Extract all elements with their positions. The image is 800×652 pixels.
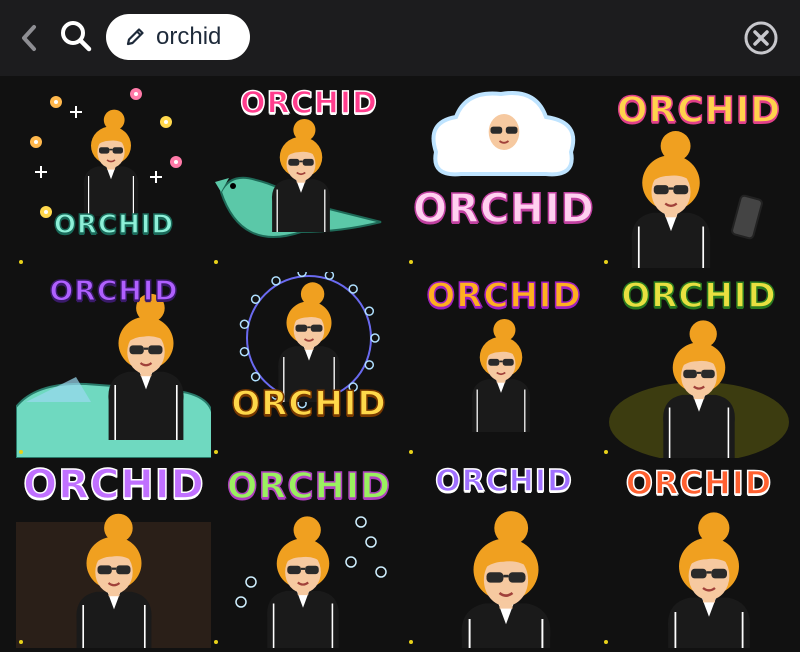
bitmoji-avatar: [461, 511, 551, 648]
sticker-caption: ORCHID: [22, 462, 205, 509]
bitmoji-avatar: [267, 516, 339, 648]
search-header: orchid: [0, 0, 800, 76]
sticker-caption: ORCHID: [616, 89, 782, 132]
sticker-caption: ORCHID: [49, 273, 179, 308]
sticker-caption: ORCHID: [412, 185, 595, 233]
sticker-indicator-dot: [19, 640, 23, 644]
sticker-tile-nail-biting[interactable]: ORCHID: [601, 462, 797, 648]
sticker-tile-spotlight[interactable]: ORCHID: [601, 272, 797, 458]
sticker-caption: ORCHID: [239, 85, 378, 122]
sticker-caption: ORCHID: [231, 383, 387, 425]
sticker-tile-surprised-face[interactable]: ORCHID: [406, 462, 602, 648]
sticker-tile-fireworks-flowers[interactable]: ORCHID: [16, 82, 212, 268]
back-button[interactable]: [14, 20, 44, 56]
sticker-grid: ORCHID ORCHID ORCHID ORCHID ORCHID ORCHID ORCH…: [0, 76, 800, 652]
sticker-indicator-dot: [409, 640, 413, 644]
sticker-tile-riding-dinosaur[interactable]: ORCHID: [211, 82, 407, 268]
sticker-indicator-dot: [604, 260, 608, 264]
bitmoji-avatar: [471, 318, 531, 433]
search-button[interactable]: [56, 16, 96, 56]
close-circle-icon: [744, 21, 778, 55]
sticker-tile-snorkeling[interactable]: ORCHID: [211, 462, 407, 648]
sticker-caption: ORCHID: [226, 465, 392, 508]
sticker-tile-cloud-head[interactable]: ORCHID: [406, 82, 602, 268]
sticker-caption: ORCHID: [434, 463, 573, 500]
sticker-caption: ORCHID: [625, 463, 773, 503]
bitmoji-avatar: [668, 512, 750, 648]
sticker-indicator-dot: [604, 450, 608, 454]
sticker-tile-bubble-circle[interactable]: ORCHID: [211, 272, 407, 458]
search-icon: [61, 21, 92, 52]
sticker-indicator-dot: [19, 450, 23, 454]
sticker-tile-driving-car[interactable]: ORCHID: [16, 272, 212, 458]
bitmoji-avatar: [108, 293, 184, 441]
sticker-indicator-dot: [604, 640, 608, 644]
sticker-caption: ORCHID: [426, 275, 582, 317]
sticker-tile-holding-phone[interactable]: ORCHID: [601, 82, 797, 268]
sticker-art: [239, 272, 380, 409]
sticker-indicator-dot: [214, 640, 218, 644]
bitmoji-avatar: [631, 131, 711, 268]
sticker-art: [30, 88, 182, 218]
search-query-text: orchid: [156, 23, 222, 50]
sticker-indicator-dot: [409, 450, 413, 454]
pencil-icon: [126, 28, 144, 46]
clear-search-button[interactable]: [743, 20, 779, 56]
search-query-chip[interactable]: orchid: [106, 14, 250, 60]
sticker-tile-kneeling-crying[interactable]: ORCHID: [406, 272, 602, 458]
chevron-left-icon: [22, 25, 36, 51]
bitmoji-avatar: [271, 118, 331, 233]
sticker-indicator-dot: [214, 450, 218, 454]
sticker-indicator-dot: [214, 260, 218, 264]
sticker-indicator-dot: [409, 260, 413, 264]
sticker-indicator-dot: [19, 260, 23, 264]
sticker-tile-arms-up-cheering[interactable]: ORCHID: [16, 462, 212, 648]
sticker-art: [431, 91, 576, 177]
bitmoji-avatar: [83, 109, 139, 217]
sticker-caption: ORCHID: [53, 209, 175, 241]
sticker-caption: ORCHID: [621, 275, 777, 317]
